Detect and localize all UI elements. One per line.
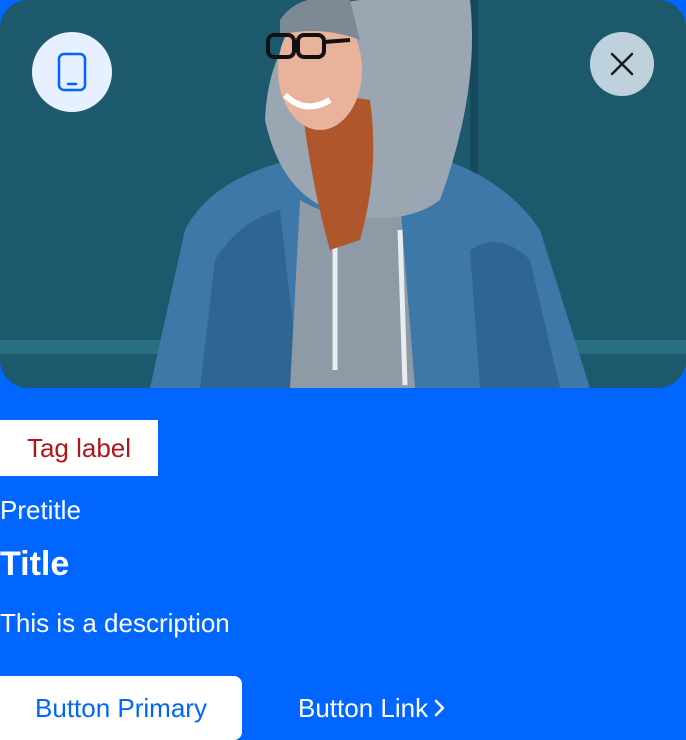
promo-card: Tag label Pretitle Title This is a descr… [0,0,686,740]
card-title: Title [0,545,70,583]
chevron-right-icon [434,699,445,717]
close-icon [610,52,634,76]
primary-button[interactable]: Button Primary [0,676,242,740]
pretitle: Pretitle [0,495,81,525]
link-button[interactable]: Button Link [298,676,446,740]
hero-image [0,0,686,388]
close-button[interactable] [590,32,654,96]
mobile-phone-icon-badge [32,32,112,112]
card-description: This is a description [0,608,230,638]
link-button-label: Button Link [298,693,429,723]
mobile-phone-icon [57,52,87,92]
tag-label: Tag label [0,420,158,476]
